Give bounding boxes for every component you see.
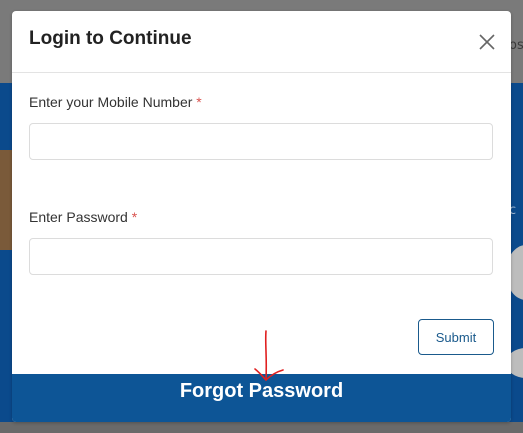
background-partial-text: os — [509, 38, 523, 53]
close-button[interactable] — [478, 33, 496, 51]
background-bottom — [0, 422, 523, 433]
modal-title: Login to Continue — [29, 28, 192, 49]
required-marker: * — [196, 94, 202, 110]
modal-header: Login to Continue — [12, 11, 511, 73]
forgot-password-bar[interactable]: Forgot Password — [12, 374, 511, 422]
login-modal: Login to Continue Enter your Mobile Numb… — [12, 11, 511, 422]
password-label: Enter Password * — [29, 209, 137, 225]
password-label-text: Enter Password — [29, 209, 128, 225]
mobile-number-label: Enter your Mobile Number * — [29, 94, 202, 110]
forgot-password-link[interactable]: Forgot Password — [180, 380, 343, 403]
required-marker: * — [131, 209, 138, 225]
submit-button[interactable]: Submit — [418, 319, 494, 355]
mobile-number-label-text: Enter your Mobile Number — [29, 94, 193, 110]
close-icon — [479, 34, 495, 50]
mobile-number-input[interactable] — [29, 123, 493, 160]
password-input[interactable] — [29, 238, 493, 275]
